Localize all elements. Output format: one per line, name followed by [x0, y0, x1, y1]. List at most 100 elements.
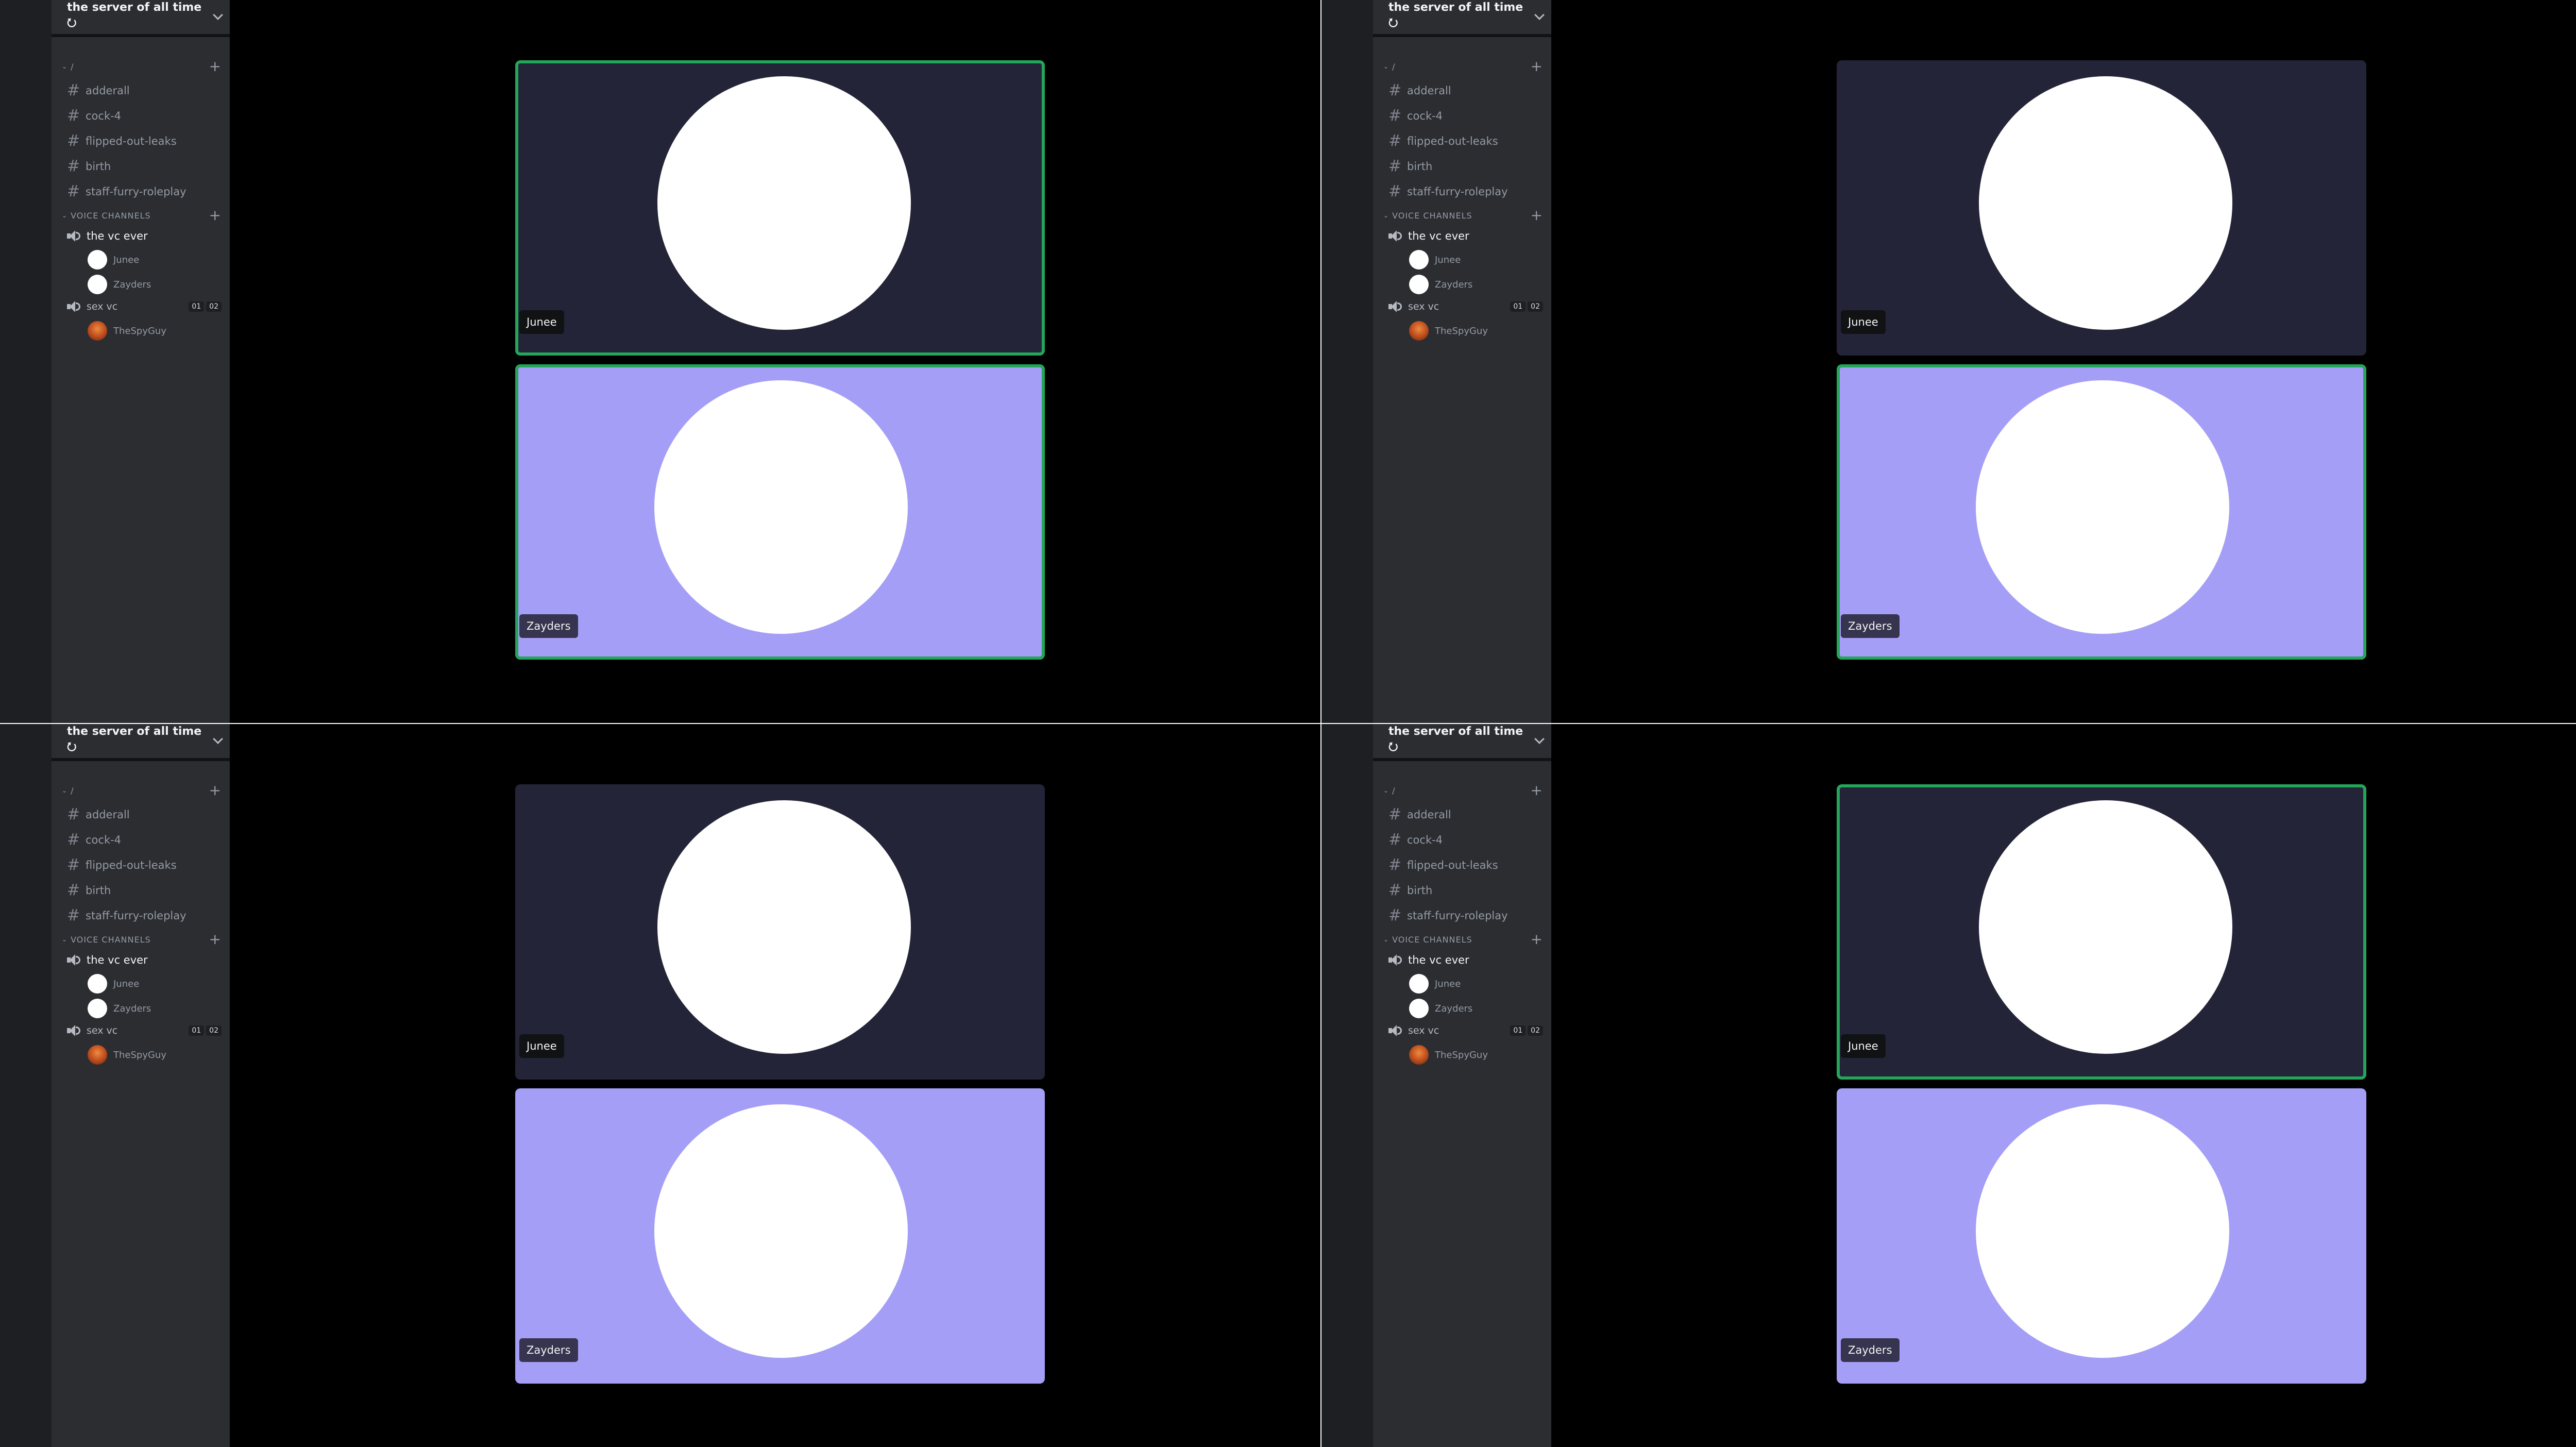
voice-user-thespyguy[interactable]: TheSpyGuy [1373, 318, 1551, 343]
channel-item-flipped-out-leaks[interactable]: # flipped-out-leaks [52, 852, 230, 878]
category-name: / [71, 61, 74, 72]
voice-user-junee[interactable]: Junee [52, 247, 230, 272]
text-category-header[interactable]: ⌄ / + [52, 59, 230, 74]
hash-icon: # [67, 831, 80, 849]
plus-icon[interactable]: + [209, 208, 222, 223]
video-tile-zayders[interactable]: Zayders [515, 1088, 1045, 1384]
user-limit: 02 [1528, 1025, 1543, 1036]
channel-item-adderall[interactable]: # adderall [52, 802, 230, 827]
voice-user-name: Zayders [1435, 279, 1473, 290]
voice-category-header[interactable]: ⌄ VOICE CHANNELS + [1373, 932, 1551, 947]
server-header[interactable]: the server of all time ⭮ [52, 0, 230, 34]
voice-category-header[interactable]: ⌄ VOICE CHANNELS + [52, 208, 230, 223]
voice-channel-sex-vc[interactable]: sex vc 01 02 [1373, 297, 1551, 316]
server-rail [1321, 0, 1373, 723]
video-tile-junee[interactable]: Junee [1837, 60, 2366, 356]
avatar [1979, 76, 2232, 330]
channel-item-birth[interactable]: # birth [52, 154, 230, 179]
channel-item-birth[interactable]: # birth [52, 878, 230, 903]
video-tile-junee[interactable]: Junee [515, 784, 1045, 1080]
chevron-down-icon[interactable] [213, 10, 223, 20]
channel-item-adderall[interactable]: # adderall [1373, 78, 1551, 103]
plus-icon[interactable]: + [1531, 59, 1543, 74]
avatar [1409, 275, 1429, 294]
plus-icon[interactable]: + [1531, 932, 1543, 947]
client-panel-1: the server of all time ⭮ ⌄ / + # adderal… [0, 0, 1320, 723]
channel-item-cock-4[interactable]: # cock-4 [1373, 103, 1551, 128]
channel-item-staff-furry-roleplay[interactable]: # staff-furry-roleplay [52, 903, 230, 928]
chevron-down-icon[interactable] [1534, 10, 1545, 20]
voice-channel-the-vc-ever[interactable]: the vc ever [1373, 949, 1551, 971]
voice-user-thespyguy[interactable]: TheSpyGuy [1373, 1042, 1551, 1067]
voice-user-zayders[interactable]: Zayders [52, 272, 230, 297]
hash-icon: # [67, 182, 80, 200]
channel-name: adderall [1407, 84, 1451, 97]
video-tile-zayders[interactable]: Zayders [1837, 1088, 2366, 1384]
user-limit: 02 [206, 301, 222, 312]
channel-item-flipped-out-leaks[interactable]: # flipped-out-leaks [1373, 852, 1551, 878]
channel-item-cock-4[interactable]: # cock-4 [1373, 827, 1551, 852]
hash-icon: # [1388, 831, 1402, 849]
channel-item-cock-4[interactable]: # cock-4 [52, 103, 230, 128]
channel-item-staff-furry-roleplay[interactable]: # staff-furry-roleplay [1373, 903, 1551, 928]
text-category-header[interactable]: ⌄ / + [1373, 59, 1551, 74]
video-tile-junee[interactable]: Junee [1837, 784, 2366, 1080]
voice-channel-sex-vc[interactable]: sex vc 01 02 [52, 1021, 230, 1040]
voice-user-thespyguy[interactable]: TheSpyGuy [52, 318, 230, 343]
server-header[interactable]: the server of all time ⭮ [1373, 724, 1551, 758]
user-count: 01 [1510, 301, 1526, 312]
hash-icon: # [1388, 856, 1402, 874]
voice-user-zayders[interactable]: Zayders [1373, 272, 1551, 297]
voice-channel-sex-vc[interactable]: sex vc 01 02 [1373, 1021, 1551, 1040]
voice-user-zayders[interactable]: Zayders [52, 996, 230, 1021]
category-name: VOICE CHANNELS [71, 934, 151, 945]
voice-user-junee[interactable]: Junee [52, 971, 230, 996]
server-name: the server of all time ⭮ [67, 1, 202, 29]
channel-item-flipped-out-leaks[interactable]: # flipped-out-leaks [52, 128, 230, 154]
avatar [657, 800, 911, 1054]
chevron-down-icon[interactable] [1534, 734, 1545, 744]
channel-item-birth[interactable]: # birth [1373, 878, 1551, 903]
text-category-header[interactable]: ⌄ / + [1373, 783, 1551, 798]
channel-name: flipped-out-leaks [1407, 859, 1498, 871]
voice-channel-sex-vc[interactable]: sex vc 01 02 [52, 297, 230, 316]
video-tile-zayders[interactable]: Zayders [1837, 364, 2366, 660]
voice-user-junee[interactable]: Junee [1373, 247, 1551, 272]
channel-item-cock-4[interactable]: # cock-4 [52, 827, 230, 852]
plus-icon[interactable]: + [209, 932, 222, 947]
channel-item-staff-furry-roleplay[interactable]: # staff-furry-roleplay [1373, 179, 1551, 204]
video-tile-junee[interactable]: Junee [515, 60, 1045, 356]
voice-user-junee[interactable]: Junee [1373, 971, 1551, 996]
video-tile-zayders[interactable]: Zayders [515, 364, 1045, 660]
chevron-down-icon[interactable] [213, 734, 223, 744]
voice-channel-name: the vc ever [1408, 230, 1469, 242]
voice-user-thespyguy[interactable]: TheSpyGuy [52, 1042, 230, 1067]
plus-icon[interactable]: + [1531, 783, 1543, 798]
voice-user-name: Junee [113, 978, 140, 989]
text-category-header[interactable]: ⌄ / + [52, 783, 230, 798]
channel-name: birth [1407, 160, 1433, 173]
hash-icon: # [67, 881, 80, 899]
voice-category-header[interactable]: ⌄ VOICE CHANNELS + [52, 932, 230, 947]
plus-icon[interactable]: + [209, 783, 222, 798]
participant-name-tag: Zayders [1841, 1338, 1900, 1362]
voice-user-zayders[interactable]: Zayders [1373, 996, 1551, 1021]
participant-name: Junee [1848, 316, 1878, 328]
server-header[interactable]: the server of all time ⭮ [1373, 0, 1551, 34]
participant-name-tag: Junee [1841, 310, 1886, 334]
avatar [654, 1104, 908, 1358]
plus-icon[interactable]: + [209, 59, 222, 74]
channel-item-flipped-out-leaks[interactable]: # flipped-out-leaks [1373, 128, 1551, 154]
channel-item-adderall[interactable]: # adderall [52, 78, 230, 103]
channel-item-adderall[interactable]: # adderall [1373, 802, 1551, 827]
hash-icon: # [1388, 881, 1402, 899]
channel-item-staff-furry-roleplay[interactable]: # staff-furry-roleplay [52, 179, 230, 204]
channel-item-birth[interactable]: # birth [1373, 154, 1551, 179]
server-header[interactable]: the server of all time ⭮ [52, 724, 230, 758]
voice-channel-the-vc-ever[interactable]: the vc ever [52, 225, 230, 247]
plus-icon[interactable]: + [1531, 208, 1543, 223]
voice-channel-the-vc-ever[interactable]: the vc ever [1373, 225, 1551, 247]
chevron-down-icon: ⌄ [62, 63, 68, 70]
voice-category-header[interactable]: ⌄ VOICE CHANNELS + [1373, 208, 1551, 223]
voice-channel-the-vc-ever[interactable]: the vc ever [52, 949, 230, 971]
